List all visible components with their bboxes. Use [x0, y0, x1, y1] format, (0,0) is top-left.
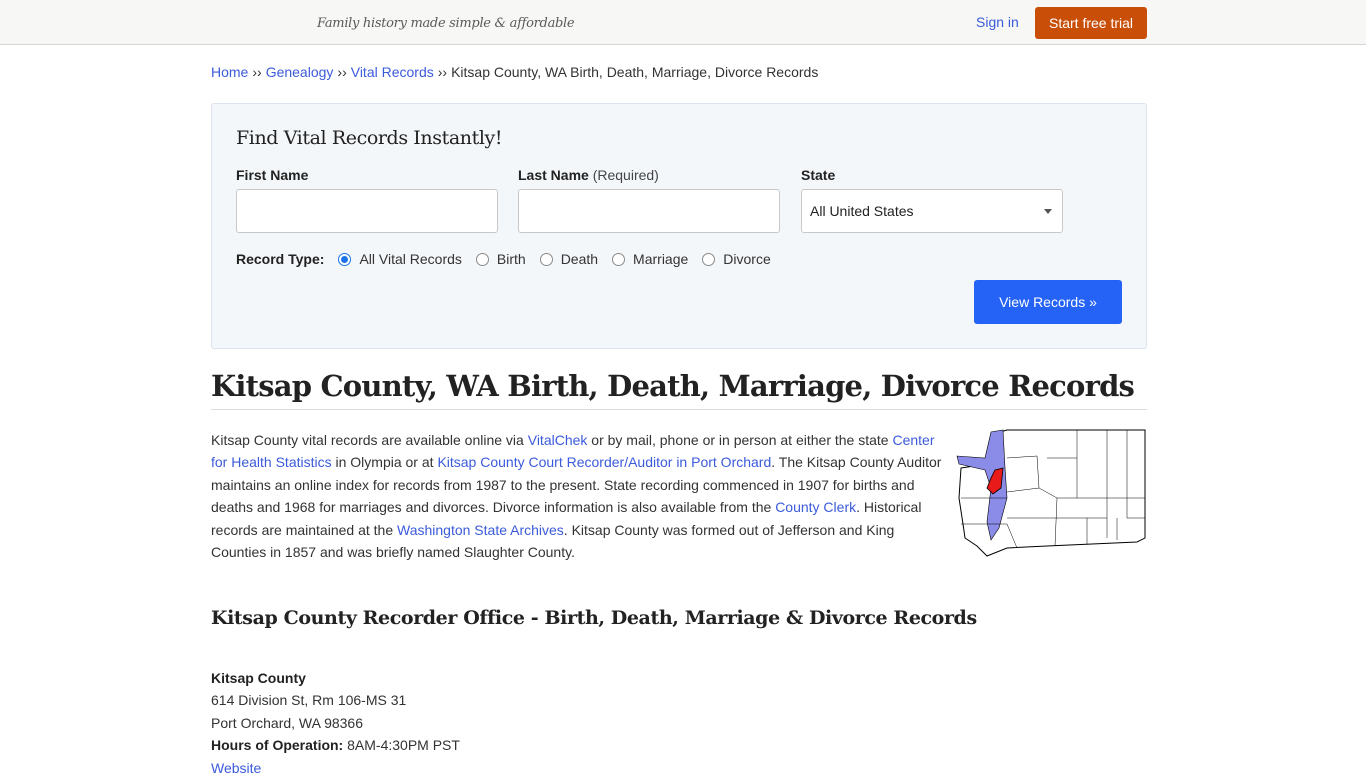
office-address-line2: Port Orchard, WA 98366 [211, 714, 363, 731]
county-clerk-link[interactable]: County Clerk [775, 499, 856, 515]
search-title: Find Vital Records Instantly! [236, 127, 503, 149]
intro-text: Kitsap County vital records are availabl… [211, 432, 528, 448]
office-address-line1: 614 Division St, Rm 106-MS 31 [211, 692, 407, 709]
recorder-office-heading: Kitsap County Recorder Office - Birth, D… [211, 607, 977, 629]
county-recorder-link[interactable]: Kitsap County Court Recorder/Auditor in … [437, 454, 771, 470]
record-type-group: Record Type: All Vital Records Birth Dea… [236, 251, 785, 267]
last-name-label-text: Last Name [518, 167, 589, 183]
radio-label: Birth [496, 251, 526, 267]
office-name: Kitsap County [211, 670, 306, 686]
hours-value: 8AM-4:30PM PST [347, 737, 460, 754]
hours-label: Hours of Operation: [211, 737, 344, 754]
breadcrumb-separator: ›› [252, 64, 262, 80]
sign-in-link[interactable]: Sign in [976, 14, 1019, 30]
radio-label: Marriage [633, 251, 689, 267]
breadcrumb: Home ›› Genealogy ›› Vital Records ›› Kitsap C… [211, 64, 1147, 80]
state-label: State [801, 167, 835, 183]
site-tagline: Family history made simple & affordable [317, 16, 575, 31]
office-info: Kitsap County 614 Division St, Rm 106-MS… [211, 667, 1147, 779]
radio-death[interactable]: Death [539, 251, 599, 267]
radio-label: Death [560, 251, 599, 267]
breadcrumb-current: Kitsap County, WA Birth, Death, Marriage… [451, 64, 819, 80]
intro-paragraph: Kitsap County vital records are availabl… [211, 429, 946, 563]
vitalchek-link[interactable]: VitalChek [528, 432, 588, 448]
radio-divorce[interactable]: Divorce [702, 251, 771, 267]
radio-marriage[interactable]: Marriage [612, 251, 688, 267]
state-archives-link[interactable]: Washington State Archives [397, 522, 564, 538]
intro-text: or by mail, phone or in person at either… [587, 432, 893, 448]
breadcrumb-separator: ›› [437, 64, 448, 80]
state-label-text: State [801, 167, 836, 183]
page-title: Kitsap County, WA Birth, Death, Marriage… [211, 369, 1147, 410]
breadcrumb-separator: ›› [337, 64, 347, 80]
radio-unchecked-icon[interactable] [539, 252, 553, 266]
radio-label: All Vital Records [359, 251, 462, 267]
radio-checked-icon[interactable] [338, 252, 352, 266]
first-name-label: First Name [236, 167, 308, 183]
start-free-trial-button[interactable]: Start free trial [1035, 7, 1147, 39]
state-select[interactable]: All United States [801, 189, 1063, 233]
breadcrumb-home[interactable]: Home [211, 64, 248, 80]
first-name-input[interactable] [236, 189, 498, 233]
view-records-button[interactable]: View Records » [974, 280, 1122, 324]
state-select-value: All United States [810, 203, 914, 219]
breadcrumb-vital-records[interactable]: Vital Records [351, 64, 434, 80]
required-note: (Required) [592, 167, 659, 183]
office-hours: Hours of Operation: 8AM-4:30PM PST [211, 734, 1147, 756]
chevron-down-icon [1044, 209, 1052, 214]
top-bar: Family history made simple & affordable … [0, 0, 1366, 45]
washington-county-map [956, 429, 1146, 557]
radio-unchecked-icon[interactable] [612, 252, 626, 266]
radio-unchecked-icon[interactable] [475, 252, 489, 266]
radio-all-vital-records[interactable]: All Vital Records [338, 251, 462, 267]
first-name-label-text: First Name [236, 167, 309, 183]
radio-label: Divorce [723, 251, 771, 267]
last-name-label: Last Name (Required) [518, 167, 659, 183]
last-name-input[interactable] [518, 189, 780, 233]
record-type-label: Record Type: [236, 251, 325, 267]
search-form: Find Vital Records Instantly! First Name… [211, 103, 1147, 349]
radio-birth[interactable]: Birth [475, 251, 526, 267]
intro-text: in Olympia or at [331, 454, 438, 471]
breadcrumb-genealogy[interactable]: Genealogy [266, 64, 334, 80]
radio-unchecked-icon[interactable] [702, 252, 716, 266]
